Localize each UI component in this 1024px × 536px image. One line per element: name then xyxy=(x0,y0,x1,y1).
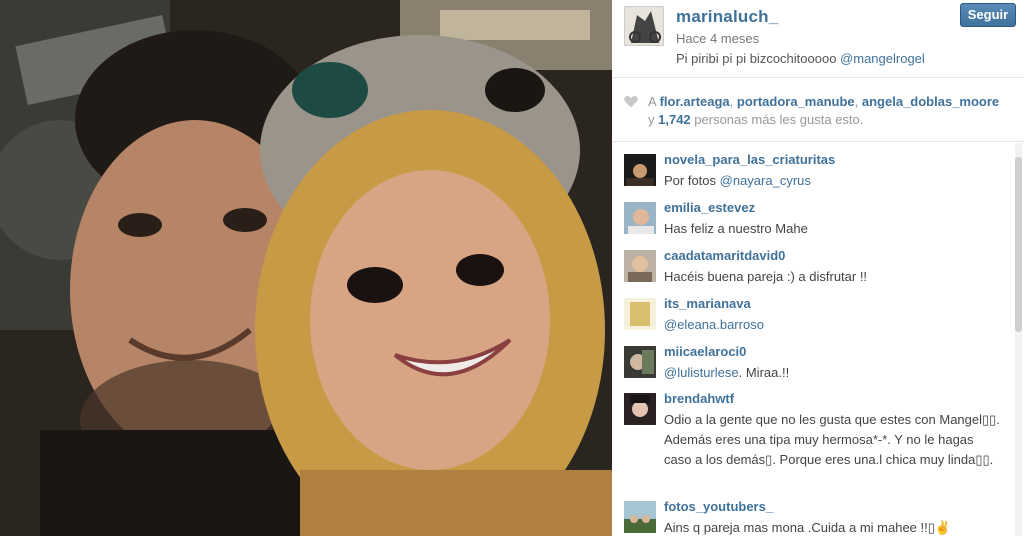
post-caption: Pi piribi pi pi bizcochitooooo @mangelro… xyxy=(676,51,925,66)
comment-avatar[interactable] xyxy=(624,393,656,425)
follow-button[interactable]: Seguir xyxy=(960,3,1016,27)
comment-body: . Miraa.!! xyxy=(738,365,790,380)
comment-item: fotos_youtubers_ Ains q pareja mas mona … xyxy=(612,499,1012,536)
comment-text: Ains q pareja mas mona .Cuida a mi mahee… xyxy=(664,520,952,535)
comment-item: caadatamaritdavid0 Hacéis buena pareja :… xyxy=(612,248,1012,292)
comment-text: Por fotos @nayara_cyrus xyxy=(664,171,1004,191)
likes-suffix: personas más les gusta esto. xyxy=(690,112,864,127)
caption-text: Pi piribi pi pi bizcochitooooo xyxy=(676,51,841,66)
comment-username[interactable]: emilia_estevez xyxy=(664,200,755,215)
comment-mention[interactable]: @lulisturlese xyxy=(664,365,739,380)
comment-avatar[interactable] xyxy=(624,250,656,282)
post-details-panel: marinaluch_ Hace 4 meses Pi piribi pi pi… xyxy=(612,0,1024,536)
owner-username[interactable]: marinaluch_ xyxy=(676,7,778,27)
caption-mention[interactable]: @mangelrogel xyxy=(840,51,925,66)
comment-username[interactable]: fotos_youtubers_ xyxy=(664,499,773,514)
comment-avatar[interactable] xyxy=(624,202,656,234)
photo-illustration xyxy=(0,0,612,536)
comments-scrollbar[interactable] xyxy=(1015,143,1022,536)
comment-avatar[interactable] xyxy=(624,298,656,330)
comment-username[interactable]: caadatamaritdavid0 xyxy=(664,248,785,263)
comment-username[interactable]: brendahwtf xyxy=(664,391,734,406)
post-time: Hace 4 meses xyxy=(676,31,760,46)
comment-avatar[interactable] xyxy=(624,501,656,533)
post-header: marinaluch_ Hace 4 meses Pi piribi pi pi… xyxy=(612,0,1024,78)
comment-mention[interactable]: @nayara_cyrus xyxy=(720,173,811,188)
comment-username[interactable]: its_marianava xyxy=(664,296,751,311)
comment-text: @lulisturlese. Miraa.!! xyxy=(664,363,1004,383)
comment-item: its_marianava @eleana.barroso xyxy=(612,296,1012,340)
comment-item: emilia_estevez Has feliz a nuestro Mahe xyxy=(612,200,1012,244)
likes-count[interactable]: 1,742 xyxy=(658,112,691,127)
likes-separator: , xyxy=(729,94,737,109)
comment-avatar[interactable] xyxy=(624,154,656,186)
liker-user-0[interactable]: flor.arteaga xyxy=(660,94,730,109)
liker-user-2[interactable]: angela_doblas_moore xyxy=(862,94,999,109)
likes-line-users: A flor.arteaga, portadora_manube, angela… xyxy=(648,94,999,109)
comment-text: Hacéis buena pareja :) a disfrutar !! xyxy=(664,269,868,284)
heart-icon[interactable] xyxy=(624,95,638,108)
comment-text: Odio a la gente que no les gusta que est… xyxy=(664,412,1000,467)
comment-item: brendahwtf Odio a la gente que no les gu… xyxy=(612,391,1012,496)
likes-section: A flor.arteaga, portadora_manube, angela… xyxy=(612,78,1024,142)
comments-list: novela_para_las_criaturitas Por fotos @n… xyxy=(612,143,1012,536)
comment-avatar[interactable] xyxy=(624,346,656,378)
likes-line-count: y 1,742 personas más les gusta esto. xyxy=(648,112,863,127)
comment-username[interactable]: novela_para_las_criaturitas xyxy=(664,152,835,167)
owner-avatar[interactable] xyxy=(624,6,664,46)
comment-text: Has feliz a nuestro Mahe xyxy=(664,221,808,236)
likes-prefix: A xyxy=(648,94,660,109)
liker-user-1[interactable]: portadora_manube xyxy=(737,94,855,109)
likes-line2-prefix: y xyxy=(648,112,659,127)
scrollbar-thumb[interactable] xyxy=(1015,157,1022,332)
post-photo xyxy=(0,0,612,536)
comment-username[interactable]: miicaelaroci0 xyxy=(664,344,746,359)
comment-text: @eleana.barroso xyxy=(664,315,1004,335)
comment-item: novela_para_las_criaturitas Por fotos @n… xyxy=(612,152,1012,196)
likes-separator: , xyxy=(854,94,862,109)
comment-item: miicaelaroci0 @lulisturlese. Miraa.!! xyxy=(612,344,1012,388)
comment-body: Por fotos xyxy=(664,173,720,188)
comment-mention[interactable]: @eleana.barroso xyxy=(664,317,764,332)
